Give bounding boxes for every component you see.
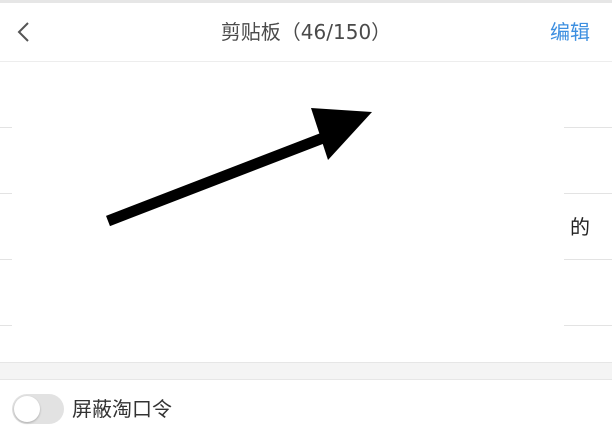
- chevron-left-icon: [17, 22, 29, 42]
- edit-button[interactable]: 编辑: [550, 3, 590, 61]
- toggle-label: 屏蔽淘口令: [72, 397, 172, 421]
- clipboard-list: 的: [0, 62, 612, 362]
- clipboard-item[interactable]: [0, 260, 612, 326]
- header-bar: 剪贴板（46/150） 编辑: [0, 3, 612, 62]
- clipboard-item[interactable]: 的: [0, 194, 612, 260]
- clipboard-item[interactable]: [0, 62, 612, 128]
- toggle-knob: [14, 396, 40, 422]
- block-taobao-code-row: 屏蔽淘口令: [0, 379, 612, 430]
- page-title: 剪贴板（46/150）: [220, 20, 392, 44]
- clipboard-item[interactable]: [0, 326, 612, 362]
- back-button[interactable]: [6, 13, 42, 51]
- clipboard-item[interactable]: [0, 128, 612, 194]
- section-gap: [0, 363, 612, 379]
- block-taobao-code-toggle[interactable]: [12, 394, 64, 424]
- clipboard-item-text: 的: [570, 215, 590, 239]
